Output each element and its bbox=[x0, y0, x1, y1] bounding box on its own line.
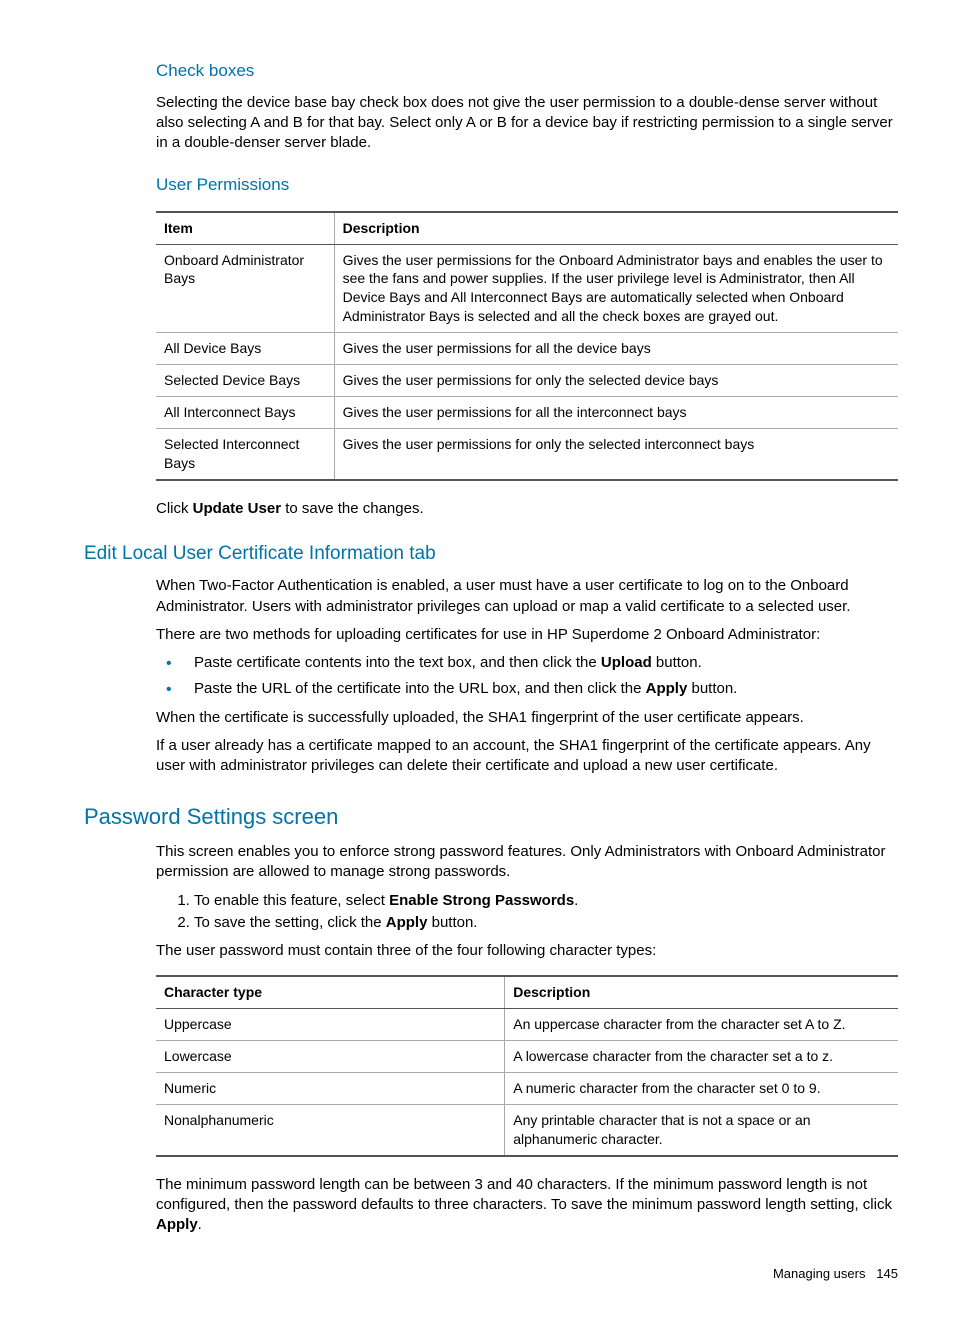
cell-desc: A numeric character from the character s… bbox=[505, 1073, 898, 1105]
cell-desc: Gives the user permissions for all the i… bbox=[334, 396, 898, 428]
cell-desc: Gives the user permissions for only the … bbox=[334, 364, 898, 396]
checkboxes-paragraph: Selecting the device base bay check box … bbox=[156, 93, 898, 154]
password-steps: To enable this feature, select Enable St… bbox=[156, 891, 898, 934]
list-item: To save the setting, click the Apply but… bbox=[194, 913, 898, 933]
cell-item: All Interconnect Bays bbox=[156, 396, 334, 428]
edit-cert-p3: When the certificate is successfully upl… bbox=[156, 708, 898, 728]
cell-desc: Gives the user permissions for the Onboa… bbox=[334, 244, 898, 333]
cell-item: Onboard Administrator Bays bbox=[156, 244, 334, 333]
list-item: Paste certificate contents into the text… bbox=[156, 653, 898, 673]
cell-desc: An uppercase character from the characte… bbox=[505, 1009, 898, 1041]
col-char-type: Character type bbox=[156, 976, 505, 1008]
cell-item: All Device Bays bbox=[156, 333, 334, 365]
table-header-row: Item Description bbox=[156, 212, 898, 244]
checkboxes-heading: Check boxes bbox=[156, 60, 898, 83]
character-type-table: Character type Description Uppercase An … bbox=[156, 975, 898, 1156]
cell-type: Numeric bbox=[156, 1073, 505, 1105]
footer-page: 145 bbox=[876, 1266, 898, 1281]
col-description: Description bbox=[505, 976, 898, 1008]
update-user-note: Click Update User to save the changes. bbox=[156, 499, 898, 519]
user-permissions-heading: User Permissions bbox=[156, 174, 898, 197]
table-row: Selected Interconnect Bays Gives the use… bbox=[156, 428, 898, 479]
password-p3: The minimum password length can be betwe… bbox=[156, 1175, 898, 1236]
table-header-row: Character type Description bbox=[156, 976, 898, 1008]
table-row: All Interconnect Bays Gives the user per… bbox=[156, 396, 898, 428]
list-item: To enable this feature, select Enable St… bbox=[194, 891, 898, 911]
table-row: Uppercase An uppercase character from th… bbox=[156, 1009, 898, 1041]
cell-type: Nonalphanumeric bbox=[156, 1104, 505, 1155]
password-settings-heading: Password Settings screen bbox=[84, 802, 898, 832]
table-row: Selected Device Bays Gives the user perm… bbox=[156, 364, 898, 396]
edit-cert-p2: There are two methods for uploading cert… bbox=[156, 625, 898, 645]
cell-desc: Any printable character that is not a sp… bbox=[505, 1104, 898, 1155]
password-p1: This screen enables you to enforce stron… bbox=[156, 842, 898, 883]
cell-desc: A lowercase character from the character… bbox=[505, 1041, 898, 1073]
edit-cert-p1: When Two-Factor Authentication is enable… bbox=[156, 576, 898, 617]
edit-cert-p4: If a user already has a certificate mapp… bbox=[156, 736, 898, 777]
table-row: Nonalphanumeric Any printable character … bbox=[156, 1104, 898, 1155]
footer-section: Managing users bbox=[773, 1266, 866, 1281]
cell-desc: Gives the user permissions for all the d… bbox=[334, 333, 898, 365]
user-permissions-table: Item Description Onboard Administrator B… bbox=[156, 211, 898, 481]
edit-local-cert-heading: Edit Local User Certificate Information … bbox=[84, 541, 898, 567]
list-item: Paste the URL of the certificate into th… bbox=[156, 679, 898, 699]
table-row: All Device Bays Gives the user permissio… bbox=[156, 333, 898, 365]
page-footer: Managing users 145 bbox=[56, 1265, 898, 1283]
cell-item: Selected Interconnect Bays bbox=[156, 428, 334, 479]
col-description: Description bbox=[334, 212, 898, 244]
edit-cert-bullets: Paste certificate contents into the text… bbox=[156, 653, 898, 700]
table-row: Numeric A numeric character from the cha… bbox=[156, 1073, 898, 1105]
cell-type: Uppercase bbox=[156, 1009, 505, 1041]
col-item: Item bbox=[156, 212, 334, 244]
cell-item: Selected Device Bays bbox=[156, 364, 334, 396]
table-row: Onboard Administrator Bays Gives the use… bbox=[156, 244, 898, 333]
password-p2: The user password must contain three of … bbox=[156, 941, 898, 961]
cell-desc: Gives the user permissions for only the … bbox=[334, 428, 898, 479]
table-row: Lowercase A lowercase character from the… bbox=[156, 1041, 898, 1073]
cell-type: Lowercase bbox=[156, 1041, 505, 1073]
